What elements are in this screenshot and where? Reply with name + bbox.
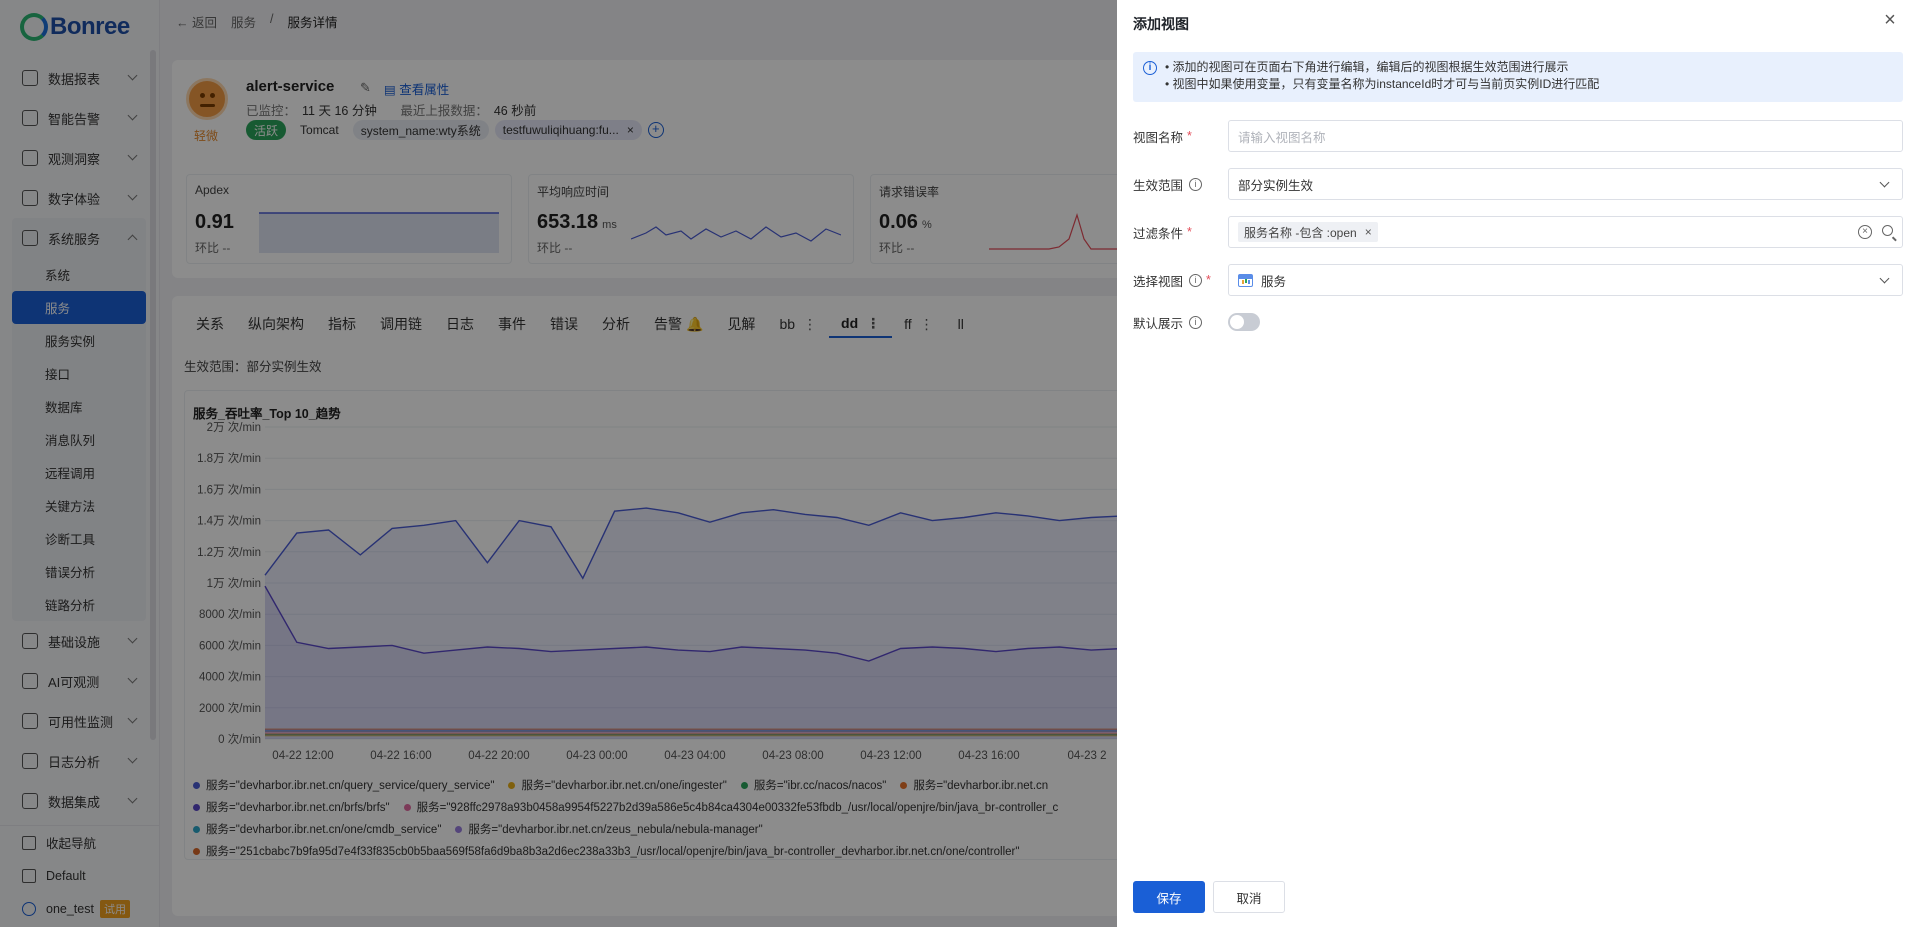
filter-input[interactable]: 服务名称 -包含 :open × × [1228,216,1903,248]
required-mark: * [1206,273,1211,287]
form-row-view: 选择视图 i * 服务 [1133,264,1903,296]
filter-chip: 服务名称 -包含 :open × [1238,222,1378,242]
default-show-toggle[interactable] [1228,313,1260,331]
view-select-label: 选择视图 i * [1133,271,1228,290]
required-mark: * [1187,129,1192,143]
drawer-title: 添加视图 [1133,16,1189,32]
help-icon[interactable]: i [1189,177,1203,191]
default-show-label-text: 默认展示 [1133,316,1184,331]
help-icon[interactable]: i [1189,273,1203,287]
info-notice: i • 添加的视图可在页面右下角进行编辑，编辑后的视图根据生效范围进行展示 • … [1133,52,1903,102]
view-name-label: 视图名称 * [1133,127,1228,146]
dashboard-icon [1238,273,1253,287]
view-select-value: 服务 [1261,274,1287,289]
default-show-label: 默认展示 i [1133,313,1228,332]
view-select-label-text: 选择视图 [1133,274,1184,289]
required-mark: * [1187,225,1192,239]
filter-label-text: 过滤条件 [1133,226,1184,241]
view-name-input[interactable]: 请输入视图名称 [1228,120,1903,152]
notice-line-2: • 视图中如果使用变量，只有变量名称为instanceId时才可与当前页实例ID… [1165,77,1600,91]
save-button[interactable]: 保存 [1133,881,1205,913]
add-view-drawer: 添加视图 × i • 添加的视图可在页面右下角进行编辑，编辑后的视图根据生效范围… [1117,0,1914,927]
notice-line-1: • 添加的视图可在页面右下角进行编辑，编辑后的视图根据生效范围进行展示 [1165,60,1569,74]
form-row-name: 视图名称 * 请输入视图名称 [1133,120,1903,152]
search-icon[interactable] [1882,225,1893,236]
chevron-down-icon [1879,273,1890,284]
view-name-label-text: 视图名称 [1133,130,1184,145]
scope-label: 生效范围 i [1133,175,1228,194]
info-icon: i [1143,61,1157,75]
scope-label-text: 生效范围 [1133,178,1184,193]
filter-label: 过滤条件 * [1133,223,1228,242]
form-row-scope: 生效范围 i 部分实例生效 [1133,168,1903,200]
cancel-button[interactable]: 取消 [1213,881,1285,913]
view-select[interactable]: 服务 [1228,264,1903,296]
help-icon[interactable]: i [1189,315,1203,329]
close-icon[interactable]: × [1880,10,1900,30]
view-name-placeholder: 请输入视图名称 [1238,130,1326,145]
chevron-down-icon [1879,177,1890,188]
modal-overlay[interactable] [0,0,1117,927]
form-row-filter: 过滤条件 * 服务名称 -包含 :open × × [1133,216,1903,248]
scope-select-value: 部分实例生效 [1238,178,1314,193]
filter-chip-label: 服务名称 -包含 :open [1244,225,1357,240]
clear-icon[interactable]: × [1858,225,1872,239]
scope-select[interactable]: 部分实例生效 [1228,168,1903,200]
close-icon[interactable]: × [1365,225,1372,239]
form-row-default: 默认展示 i [1133,306,1903,338]
